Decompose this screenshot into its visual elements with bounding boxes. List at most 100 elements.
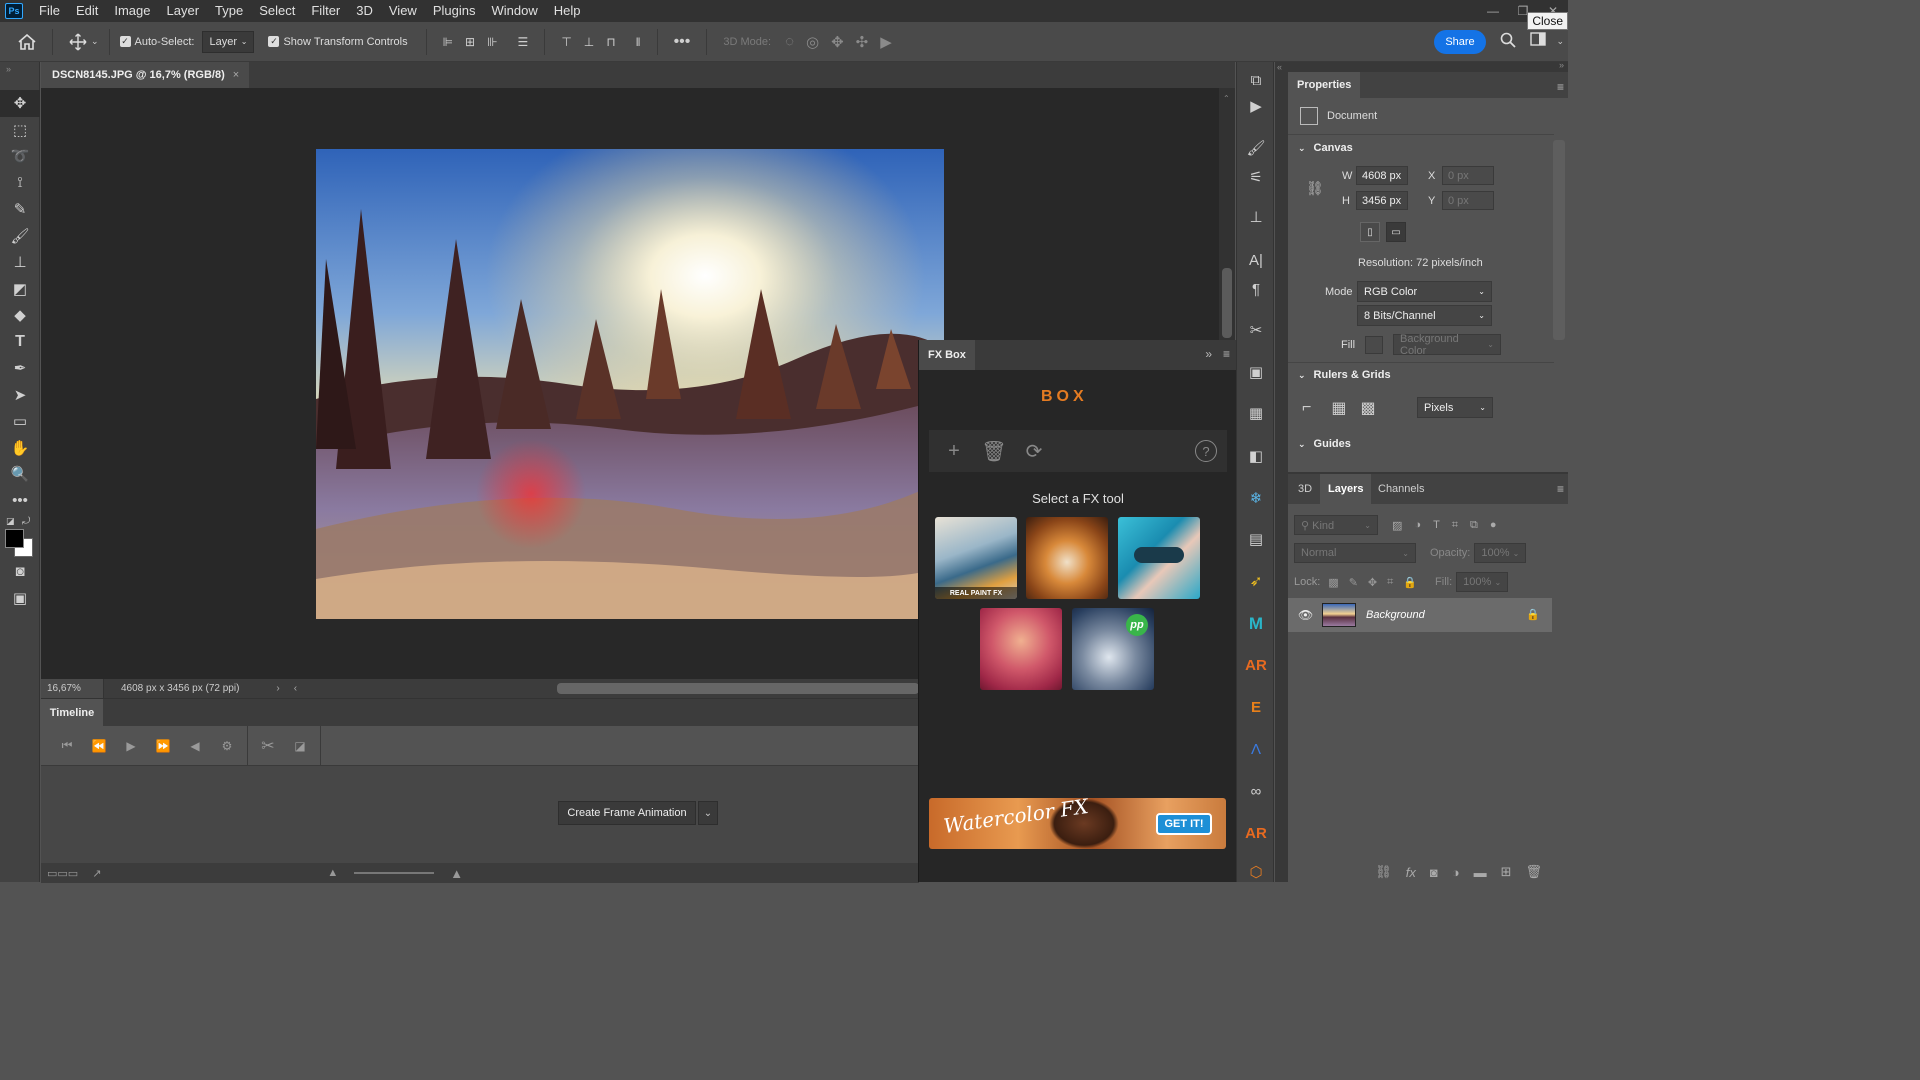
adjustments-icon[interactable]: ⚟	[1237, 165, 1275, 189]
workspace-icon[interactable]	[1530, 32, 1546, 50]
path-selection-tool-icon[interactable]: ➤	[0, 382, 40, 409]
help-icon[interactable]: ?	[1195, 440, 1217, 462]
more-tools-icon[interactable]: •••	[0, 488, 40, 515]
menu-type[interactable]: Type	[207, 0, 251, 22]
lock-icon[interactable]: 🔒	[1526, 608, 1540, 621]
color-swatches[interactable]: ◪ ⤾	[0, 514, 39, 558]
fx-box-plugin-icon[interactable]: ⬡	[1237, 860, 1275, 884]
chevron-down-icon[interactable]: ⌄	[91, 36, 99, 47]
panel-menu-icon[interactable]: ≡	[1223, 347, 1230, 361]
menu-help[interactable]: Help	[546, 0, 589, 22]
layer-filter-dropdown[interactable]: ⚲ Kind ⌄	[1294, 515, 1378, 535]
canvas-section-header[interactable]: ⌄ Canvas	[1298, 142, 1353, 154]
swap-colors-icon[interactable]: ⤾	[22, 516, 30, 527]
hand-tool-icon[interactable]: ✋	[0, 435, 40, 462]
filter-adjustment-icon[interactable]: ◑	[1414, 519, 1421, 531]
libraries-icon[interactable]: ▣	[1237, 360, 1275, 384]
auto-select-dropdown[interactable]: Layer ⌄	[202, 30, 255, 53]
filter-smart-object-icon[interactable]: ⧉	[1470, 519, 1478, 532]
settings-gear-icon[interactable]: ⚙	[211, 739, 243, 753]
type-tool-icon[interactable]: T	[0, 329, 40, 356]
new-layer-icon[interactable]: ⊞	[1501, 864, 1512, 880]
filter-type-icon[interactable]: T	[1433, 519, 1440, 531]
distribute-vertical-icon[interactable]: ‖	[636, 35, 641, 49]
filter-pixel-icon[interactable]: ▨	[1392, 519, 1402, 532]
fx-watch-thumb[interactable]: pp	[1072, 608, 1154, 690]
layer-mask-icon[interactable]: ◙	[1430, 865, 1438, 880]
3d-pan-icon[interactable]: ✥	[831, 33, 844, 51]
close-tab-icon[interactable]: ×	[233, 69, 239, 81]
height-field[interactable]: 3456 px	[1356, 191, 1408, 210]
quick-mask-icon[interactable]: ◙	[0, 558, 40, 585]
menu-layer[interactable]: Layer	[159, 0, 208, 22]
fill-swatch[interactable]	[1365, 335, 1383, 354]
menu-filter[interactable]: Filter	[303, 0, 348, 22]
home-icon[interactable]	[18, 33, 36, 50]
e-plugin-icon[interactable]: E	[1237, 695, 1275, 719]
frame-mode-icon[interactable]: ▭▭▭	[47, 867, 78, 880]
zoom-level[interactable]: 16,67%	[41, 679, 104, 698]
pixel-grid-icon[interactable]: ▩	[1360, 398, 1375, 418]
feather-plugin-icon[interactable]: ➶	[1237, 569, 1275, 593]
menu-file[interactable]: File	[31, 0, 68, 22]
history-icon[interactable]: ⧉	[1237, 68, 1275, 92]
3d-roll-icon[interactable]: ◎	[806, 33, 819, 51]
pen-tool-icon[interactable]: ✒	[0, 355, 40, 382]
brush-settings-icon[interactable]: 🖌	[1237, 136, 1275, 160]
filter-shape-icon[interactable]: ⌗	[1452, 519, 1458, 532]
panel-menu-icon[interactable]: ≡	[1557, 482, 1564, 496]
transform-controls-checkbox[interactable]: ✓ Show Transform Controls	[268, 36, 408, 48]
ar-plugin-2-icon[interactable]: AR	[1237, 821, 1275, 845]
zoom-in-icon[interactable]: ▲	[450, 866, 463, 881]
watercolor-fx-banner[interactable]: Watercolor FX GET IT!	[929, 798, 1226, 849]
previous-frame-icon[interactable]: ⏪	[83, 739, 115, 753]
fx-box-tab[interactable]: FX Box	[919, 340, 975, 370]
layer-fill-field[interactable]: 100% ⌄	[1456, 572, 1509, 592]
align-right-icon[interactable]: ⊪	[487, 35, 497, 49]
first-frame-icon[interactable]: ⏮	[51, 738, 83, 753]
blend-mode-dropdown[interactable]: Normal ⌄	[1294, 543, 1416, 563]
lock-transparent-icon[interactable]: ▩	[1328, 576, 1338, 589]
collapse-icon[interactable]: »	[0, 62, 39, 90]
landscape-orientation-icon[interactable]: ▭	[1386, 222, 1406, 242]
opacity-field[interactable]: 100% ⌄	[1474, 543, 1527, 563]
m-plugin-icon[interactable]: M	[1237, 612, 1275, 636]
menu-plugins[interactable]: Plugins	[425, 0, 484, 22]
chevron-down-icon[interactable]: ⌄	[698, 801, 718, 825]
align-left-icon[interactable]: ⊫	[443, 35, 453, 49]
fx-real-paint-thumb[interactable]: REAL PAINT FX	[935, 517, 1017, 599]
convert-icon[interactable]: ↗	[92, 867, 101, 880]
eye-visibility-icon[interactable]: 👁	[1298, 608, 1313, 622]
fx-portrait-thumb[interactable]	[980, 608, 1062, 690]
play-icon[interactable]: ▶	[115, 739, 147, 753]
eyedropper-tool-icon[interactable]: ✎	[0, 196, 40, 223]
lock-image-icon[interactable]: ✎	[1349, 576, 1358, 589]
collapse-icon[interactable]: »	[1559, 60, 1564, 70]
get-it-button[interactable]: GET IT!	[1156, 813, 1212, 835]
units-dropdown[interactable]: Pixels ⌄	[1417, 397, 1493, 418]
lock-all-icon[interactable]: 🔒	[1403, 576, 1417, 589]
chevron-right-icon[interactable]: ›	[276, 683, 279, 694]
audio-icon[interactable]: ◀	[179, 739, 211, 753]
document-tab[interactable]: DSCN8145.JPG @ 16,7% (RGB/8) ×	[41, 62, 249, 88]
guides-section-header[interactable]: ⌄ Guides	[1298, 438, 1351, 450]
distribute-icon[interactable]: ☰	[518, 35, 529, 49]
tools-crossed-icon[interactable]: ✂	[1237, 318, 1275, 342]
swatches-icon[interactable]: ▦	[1237, 401, 1275, 425]
3d-orbit-icon[interactable]: ◌	[785, 33, 794, 50]
infinity-plugin-icon[interactable]: ∞	[1237, 779, 1275, 803]
fill-dropdown[interactable]: Background Color ⌄	[1393, 333, 1501, 357]
x-field[interactable]: 0 px	[1442, 166, 1494, 185]
tab-layers[interactable]: Layers	[1320, 474, 1372, 504]
share-button[interactable]: Share	[1434, 30, 1486, 54]
paint-bucket-tool-icon[interactable]: ◆	[0, 302, 40, 329]
a-plugin-icon[interactable]: Λ	[1237, 737, 1275, 761]
properties-scrollbar[interactable]	[1553, 140, 1565, 340]
align-center-icon[interactable]: ⊞	[465, 35, 475, 49]
minimize-button[interactable]: —	[1478, 0, 1508, 22]
create-frame-animation-button[interactable]: Create Frame Animation	[558, 801, 696, 825]
expand-icon[interactable]: «	[1275, 62, 1288, 72]
menu-edit[interactable]: Edit	[68, 0, 106, 22]
add-icon[interactable]: +	[939, 440, 969, 463]
move-tool-icon[interactable]: ✥	[0, 90, 40, 117]
